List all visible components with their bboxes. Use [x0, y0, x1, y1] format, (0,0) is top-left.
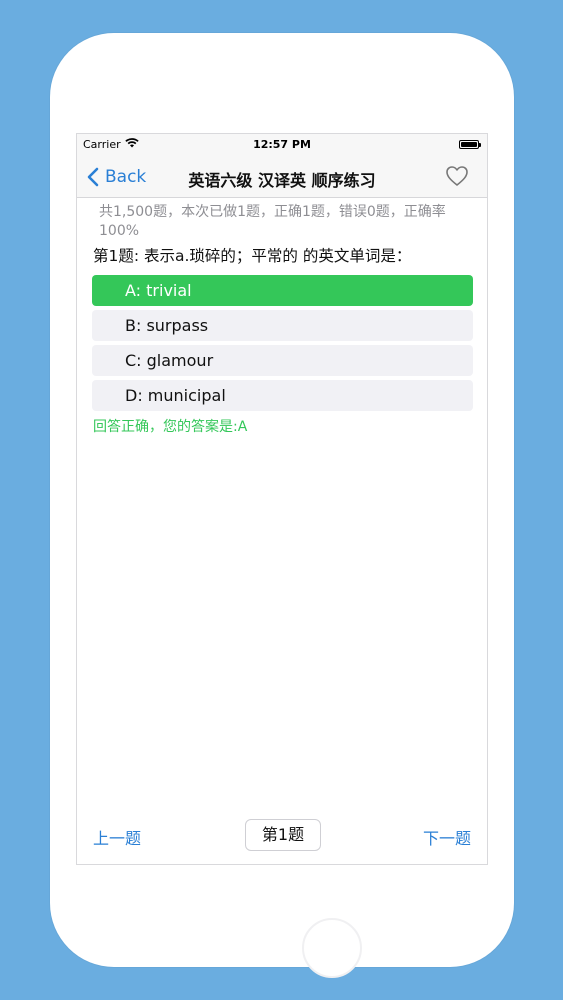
app-screen: Carrier 12:57 PM Back 英语六级 汉译英 顺序练习 共1,5… — [76, 133, 488, 865]
question-number-button[interactable]: 第1题 — [245, 819, 321, 851]
back-label: Back — [105, 167, 147, 187]
option-d[interactable]: D: municipal — [92, 380, 473, 411]
option-c[interactable]: C: glamour — [92, 345, 473, 376]
progress-stats: 共1,500题，本次已做1题，正确1题，错误0题，正确率100% — [99, 204, 446, 239]
status-time: 12:57 PM — [253, 138, 311, 151]
back-button[interactable]: Back — [87, 164, 146, 190]
answer-feedback: 回答正确，您的答案是:A — [93, 419, 248, 435]
option-a[interactable]: A: trivial — [92, 275, 473, 306]
option-b[interactable]: B: surpass — [92, 310, 473, 341]
favorite-button[interactable] — [445, 165, 471, 189]
answer-options: A: trivial B: surpass C: glamour D: muni… — [92, 275, 473, 415]
heart-outline-icon — [446, 166, 468, 186]
chevron-left-icon — [87, 167, 99, 187]
next-question-button[interactable]: 下一题 — [423, 825, 471, 849]
question-text: 第1题: 表示a.琐碎的；平常的 的英文单词是： — [93, 247, 412, 265]
navigation-bar: Back 英语六级 汉译英 顺序练习 — [77, 156, 487, 198]
previous-question-button[interactable]: 上一题 — [93, 825, 141, 849]
status-bar: Carrier 12:57 PM — [77, 134, 487, 156]
home-button[interactable] — [302, 918, 362, 978]
bottom-navigation: 上一题 第1题 下一题 — [77, 818, 487, 852]
battery-icon — [459, 140, 481, 149]
page-title: 英语六级 汉译英 顺序练习 — [188, 171, 376, 190]
